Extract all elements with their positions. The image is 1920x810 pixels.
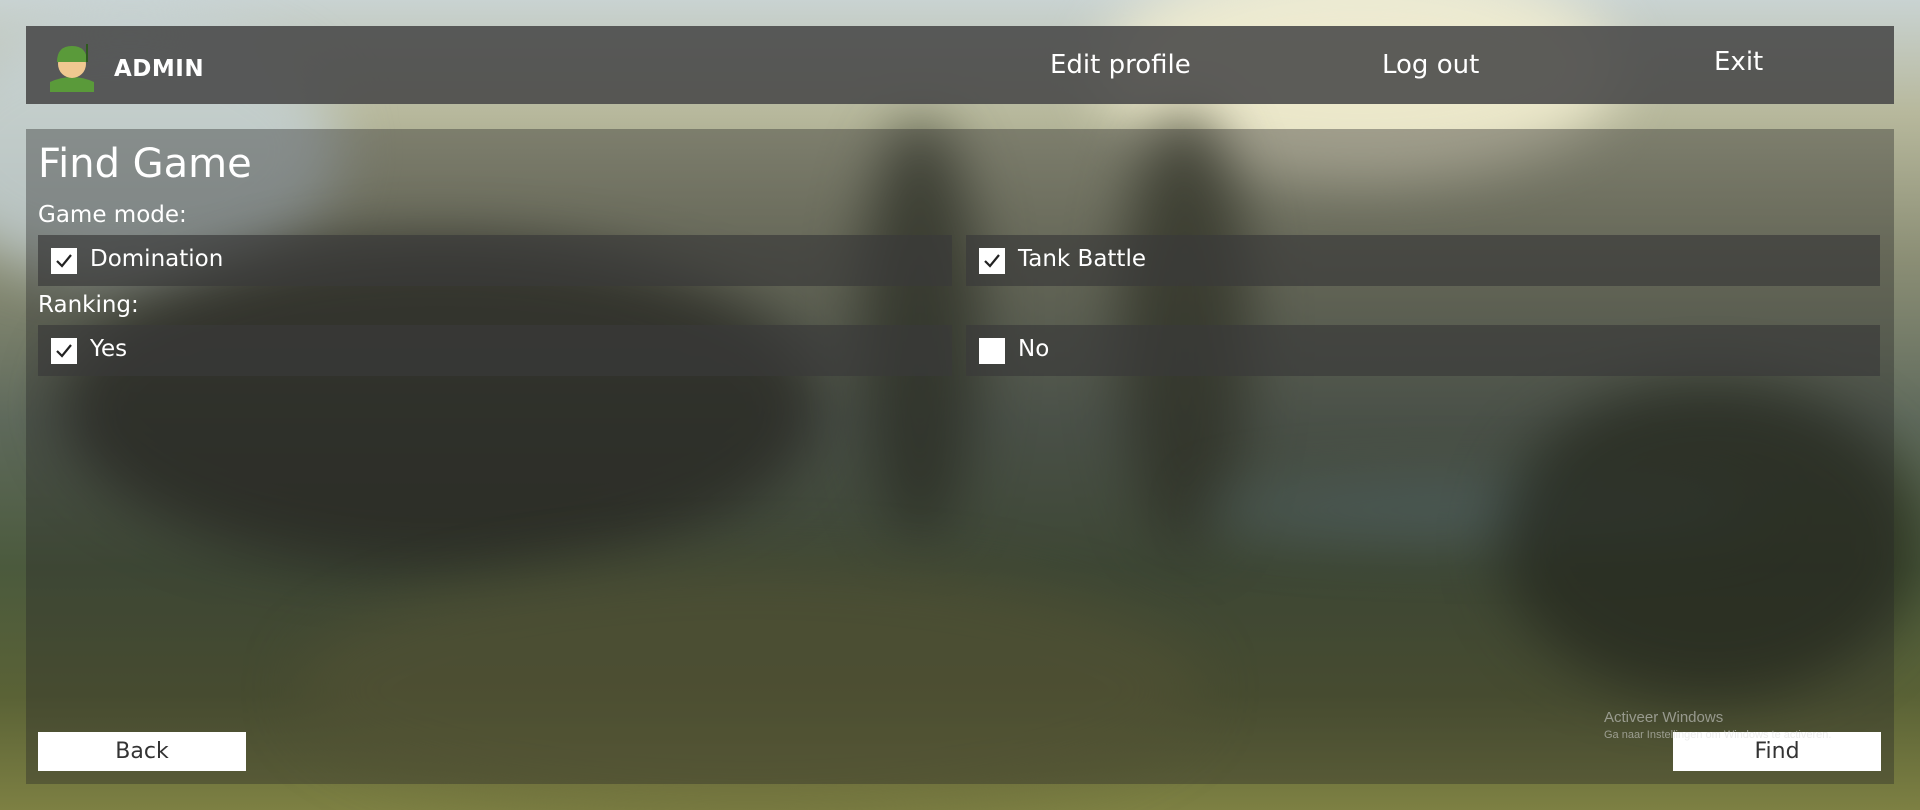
- option-label: Domination: [90, 246, 224, 272]
- edit-profile-link[interactable]: Edit profile: [1050, 50, 1191, 80]
- option-label: Tank Battle: [1018, 246, 1146, 272]
- tank-battle-checkbox[interactable]: [979, 248, 1005, 274]
- exit-link[interactable]: Exit: [1714, 47, 1763, 77]
- option-ranking-yes[interactable]: Yes: [38, 325, 952, 376]
- checkmark-icon: [56, 344, 72, 358]
- watermark-title: Activeer Windows: [1604, 709, 1724, 726]
- log-out-link[interactable]: Log out: [1382, 50, 1479, 80]
- soldier-avatar-icon: [44, 40, 100, 92]
- option-tank-battle[interactable]: Tank Battle: [966, 235, 1880, 286]
- option-label: No: [1018, 336, 1050, 362]
- username-label: ADMIN: [114, 56, 205, 82]
- ranking-no-checkbox[interactable]: [979, 338, 1005, 364]
- top-bar: ADMIN Edit profile Log out Exit: [26, 26, 1894, 104]
- windows-activation-watermark: Activeer Windows Ga naar Instellingen om…: [1604, 709, 1831, 741]
- checkmark-icon: [984, 254, 1000, 268]
- checkmark-icon: [56, 254, 72, 268]
- game-mode-label: Game mode:: [38, 202, 187, 228]
- option-domination[interactable]: Domination: [38, 235, 952, 286]
- page-title: Find Game: [38, 141, 252, 187]
- option-label: Yes: [90, 336, 128, 362]
- option-ranking-no[interactable]: No: [966, 325, 1880, 376]
- ranking-label: Ranking:: [38, 292, 139, 318]
- watermark-subtitle: Ga naar Instellingen om Windows te activ…: [1604, 729, 1832, 741]
- domination-checkbox[interactable]: [51, 248, 77, 274]
- ranking-yes-checkbox[interactable]: [51, 338, 77, 364]
- back-button[interactable]: Back: [38, 732, 246, 771]
- find-game-panel: Find Game Game mode: Domination Tank Bat…: [26, 129, 1894, 784]
